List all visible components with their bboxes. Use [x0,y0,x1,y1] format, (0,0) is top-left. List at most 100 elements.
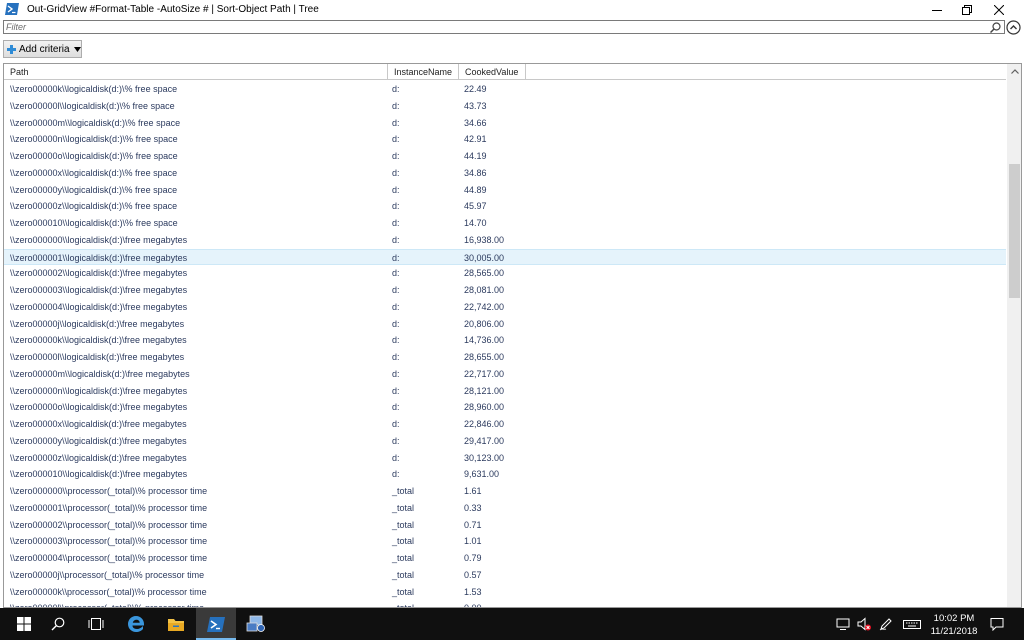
table-row[interactable]: \\zero00000y\\logicaldisk(d:)\free megab… [4,433,1006,450]
cell-cookedvalue: 22.49 [464,84,487,94]
cell-cookedvalue: 0.57 [464,569,482,580]
cell-path: \\zero00000j\\logicaldisk(d:)\free megab… [10,318,185,329]
cell-path: \\zero000004\\processor(_total)\% proces… [10,553,208,563]
cell-cookedvalue: 0.79 [464,553,482,563]
table-row[interactable]: \\zero000010\\logicaldisk(d:)\% free spa… [4,215,1006,232]
cell-path: \\zero00000x\\logicaldisk(d:)\% free spa… [10,167,178,178]
table-row[interactable]: \\zero000004\\logicaldisk(d:)\free megab… [4,299,1006,316]
column-header-instancename[interactable]: InstanceName [388,64,459,79]
table-row[interactable]: \\zero00000k\\logicaldisk(d:)\free megab… [4,332,1006,349]
close-icon [994,4,1004,15]
add-criteria-button[interactable]: Add criteria [3,40,82,58]
cell-cookedvalue: 14,736.00 [464,335,505,346]
table-row[interactable]: \\zero00000n\\logicaldisk(d:)\% free spa… [4,131,1006,148]
cell-cookedvalue: 44.89 [464,184,487,195]
cell-instancename: _total [392,486,415,496]
cell-instancename: d: [392,234,400,245]
table-row[interactable]: \\zero000003\\processor(_total)\% proces… [4,533,1006,550]
network-status-icon[interactable] [836,617,850,631]
cell-cookedvalue: 28,960.00 [464,402,505,413]
table-row[interactable]: \\zero00000y\\logicaldisk(d:)\% free spa… [4,182,1006,199]
table-row[interactable]: \\zero00000o\\logicaldisk(d:)\free megab… [4,399,1006,416]
table-row[interactable]: \\zero000010\\logicaldisk(d:)\free megab… [4,466,1006,483]
cell-cookedvalue: 28,655.00 [464,352,505,362]
action-center-icon[interactable] [990,617,1004,631]
scroll-thumb[interactable] [1009,164,1020,298]
collapse-query-icon[interactable] [1006,20,1021,35]
cell-cookedvalue: 43.73 [464,100,487,111]
powershell-button[interactable] [196,608,236,640]
pen-icon[interactable] [879,617,893,631]
table-row[interactable]: \\zero00000j\\processor(_total)\% proces… [4,567,1006,584]
table-row[interactable]: \\zero000002\\processor(_total)\% proces… [4,517,1006,534]
volume-muted-icon[interactable] [857,617,871,631]
cell-instancename: d: [392,301,400,312]
cell-path: \\zero00000o\\logicaldisk(d:)\free megab… [10,402,188,413]
cell-instancename: _total [392,553,415,563]
table-row[interactable]: \\zero00000k\\logicaldisk(d:)\% free spa… [4,81,1006,98]
cell-path: \\zero000010\\logicaldisk(d:)\% free spa… [10,218,178,228]
table-row[interactable]: \\zero000003\\logicaldisk(d:)\free megab… [4,282,1006,299]
column-header-path[interactable]: Path [4,64,388,79]
table-row[interactable]: \\zero00000x\\logicaldisk(d:)\free megab… [4,416,1006,433]
keyboard-icon[interactable] [903,617,921,631]
edge-button[interactable] [116,608,156,640]
cell-instancename: d: [392,452,400,463]
cell-cookedvalue: 42.91 [464,134,487,145]
cell-instancename: d: [392,184,400,195]
table-row[interactable]: \\zero00000m\\logicaldisk(d:)\% free spa… [4,115,1006,132]
table-row[interactable]: \\zero00000k\\processor(_total)\% proces… [4,584,1006,601]
cell-cookedvalue: 34.86 [464,167,487,178]
cell-cookedvalue: 28,121.00 [464,385,505,396]
table-row[interactable]: \\zero00000o\\logicaldisk(d:)\% free spa… [4,148,1006,165]
cell-path: \\zero00000k\\logicaldisk(d:)\% free spa… [10,84,178,94]
cell-instancename: _total [392,569,415,580]
scroll-up-button[interactable] [1007,64,1021,79]
cell-cookedvalue: 22,717.00 [464,368,505,379]
cell-path: \\zero000002\\processor(_total)\% proces… [10,519,208,530]
search-icon[interactable] [990,22,1001,33]
close-button[interactable] [982,0,1016,19]
cell-instancename: d: [392,268,400,279]
restore-button[interactable] [950,0,984,19]
cell-instancename: d: [392,335,400,346]
file-explorer-icon [168,619,184,631]
table-row[interactable]: \\zero00000z\\logicaldisk(d:)\% free spa… [4,198,1006,215]
grid-header: Path InstanceName CookedValue [4,64,1006,80]
column-header-cookedvalue[interactable]: CookedValue [459,64,526,79]
task-view-icon [88,618,104,630]
cell-path: \\zero00000n\\logicaldisk(d:)\% free spa… [10,134,178,145]
cell-path: \\zero000001\\processor(_total)\% proces… [10,502,208,513]
cell-path: \\zero00000m\\logicaldisk(d:)\% free spa… [10,117,181,128]
table-row[interactable]: \\zero00000j\\logicaldisk(d:)\free megab… [4,316,1006,333]
network-app-button[interactable] [236,608,276,640]
cell-path: \\zero000004\\logicaldisk(d:)\free megab… [10,301,188,312]
search-button[interactable] [38,608,78,640]
table-row[interactable]: \\zero000001\\logicaldisk(d:)\free megab… [4,248,1006,266]
cell-path: \\zero00000k\\processor(_total)\% proces… [10,586,207,597]
add-criteria-label: Add criteria [19,43,70,55]
table-row[interactable]: \\zero000000\\processor(_total)\% proces… [4,483,1006,500]
table-row[interactable]: \\zero00000l\\processor(_total)\% proces… [4,600,1006,607]
vertical-scrollbar[interactable] [1007,64,1021,607]
filter-input[interactable] [6,21,981,33]
cell-cookedvalue: 14.70 [464,218,487,228]
table-row[interactable]: \\zero00000l\\logicaldisk(d:)\free megab… [4,349,1006,366]
table-row[interactable]: \\zero00000x\\logicaldisk(d:)\% free spa… [4,165,1006,182]
title-bar: Out-GridView #Format-Table -AutoSize # |… [0,0,1024,19]
table-row[interactable]: \\zero00000z\\logicaldisk(d:)\free megab… [4,450,1006,467]
file-explorer-button[interactable] [156,608,196,640]
table-row[interactable]: \\zero000000\\logicaldisk(d:)\free megab… [4,232,1006,249]
cell-cookedvalue: 28,565.00 [464,268,505,279]
table-row[interactable]: \\zero00000n\\logicaldisk(d:)\free megab… [4,383,1006,400]
table-row[interactable]: \\zero00000l\\logicaldisk(d:)\% free spa… [4,98,1006,115]
clock-time[interactable]: 10:02 PM [926,613,982,624]
table-row[interactable]: \\zero000002\\logicaldisk(d:)\free megab… [4,265,1006,282]
task-view-button[interactable] [76,608,116,640]
clock-date[interactable]: 11/21/2018 [926,626,982,637]
cell-path: \\zero000003\\processor(_total)\% proces… [10,536,208,547]
table-row[interactable]: \\zero00000m\\logicaldisk(d:)\free megab… [4,366,1006,383]
table-row[interactable]: \\zero000004\\processor(_total)\% proces… [4,550,1006,567]
table-row[interactable]: \\zero000001\\processor(_total)\% proces… [4,500,1006,517]
minimize-button[interactable] [920,0,954,19]
